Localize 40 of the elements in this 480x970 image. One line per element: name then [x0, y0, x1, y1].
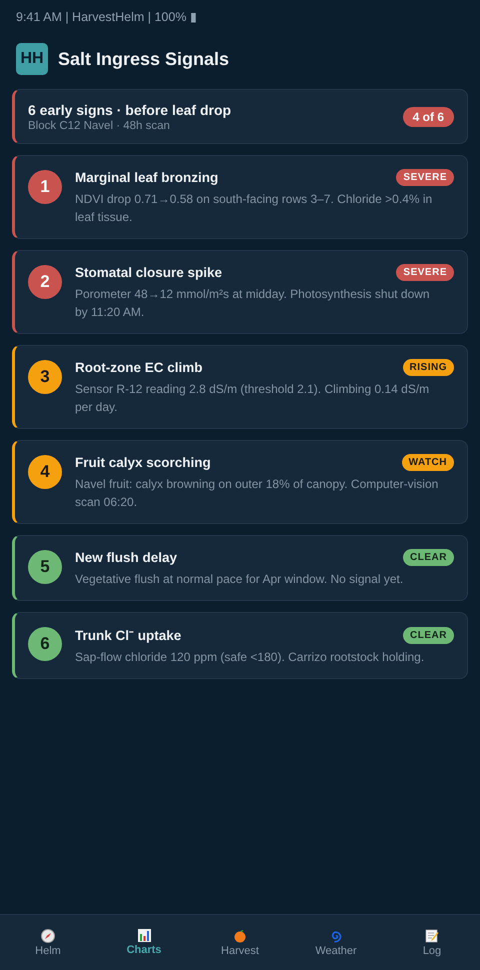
- step-number: 1: [28, 170, 62, 204]
- step-number: 2: [28, 265, 62, 299]
- signal-title: Stomatal closure spike: [75, 265, 222, 280]
- status-badge: SEVERE: [396, 264, 454, 281]
- status-badge: SEVERE: [396, 169, 454, 186]
- count-badge: 4 of 6: [402, 107, 454, 127]
- step-number: 4: [28, 455, 62, 489]
- nav-tab[interactable]: Charts: [104, 925, 184, 960]
- bar-chart-icon: [138, 929, 150, 942]
- signal-title: Root-zone EC climb: [75, 360, 202, 375]
- step-number: 3: [28, 360, 62, 394]
- nav-tab[interactable]: Harvest: [200, 924, 280, 960]
- summary-subtitle: Block C12 Navel · 48h scan: [28, 120, 171, 132]
- compass-icon: [41, 928, 55, 942]
- fruit-icon: [233, 928, 247, 942]
- nav-tab[interactable]: Log: [392, 924, 472, 960]
- step-number: 6: [28, 627, 62, 661]
- nav-tab[interactable]: Weather: [296, 924, 376, 960]
- status-badge: CLEAR: [403, 549, 454, 566]
- signal-detail: Sap-flow chloride 120 ppm (safe <180). Carrizo rootstock holding.: [75, 649, 426, 666]
- notepad-icon: [425, 928, 439, 942]
- signal-detail: Porometer 48→12 mmol/m²s at midday. Photosynthesis shut down by 11:20 AM.: [75, 286, 431, 321]
- signal-detail: Navel fruit: calyx browning on outer 18% of canopy. Computer-vision scan 06:20.: [75, 476, 440, 511]
- status-text: 9:41 AM | HarvestHelm | 100% ▮: [16, 10, 197, 24]
- signal-title: Trunk Cl⁻ uptake: [75, 627, 182, 644]
- nav-tab[interactable]: Helm: [8, 924, 88, 960]
- signal-title: Fruit calyx scorching: [75, 455, 211, 470]
- spiral-icon: [329, 928, 343, 942]
- signal-detail: Sensor R-12 reading 2.8 dS/m (threshold 2.1). Climbing 0.14 dS/m per day.: [75, 381, 430, 416]
- summary-title: 6 early signs · before leaf drop: [28, 102, 232, 118]
- status-badge: WATCH: [402, 454, 454, 471]
- signal-title: Marginal leaf bronzing: [75, 170, 218, 185]
- status-badge: RISING: [402, 359, 454, 376]
- app-logo: HH: [16, 43, 48, 75]
- signal-title: New flush delay: [75, 550, 178, 565]
- page-title: Salt Ingress Signals: [58, 48, 230, 70]
- signal-detail: NDVI drop 0.71→0.58 on south-facing rows 3–7. Chloride >0.4% in leaf tissue.: [75, 191, 434, 226]
- step-number: 5: [28, 550, 62, 584]
- signal-detail: Vegetative flush at normal pace for Apr window. No signal yet.: [75, 571, 404, 588]
- status-badge: CLEAR: [403, 626, 454, 644]
